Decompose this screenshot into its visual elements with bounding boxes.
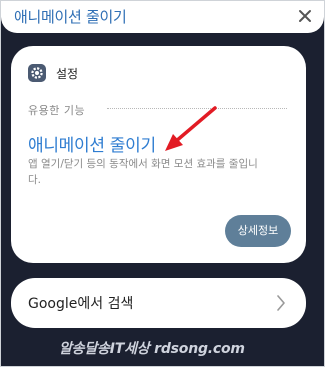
watermark: 알송달송IT세상 rdsong.com <box>59 341 245 357</box>
chevron-right-icon <box>277 295 285 311</box>
result-title-link[interactable]: 애니메이션 줄이기 <box>28 131 156 156</box>
app-name: 설정 <box>56 67 79 81</box>
close-icon[interactable] <box>296 7 314 25</box>
section-label: 유용한 기능 <box>28 104 86 117</box>
gear-icon <box>28 64 46 82</box>
detail-button[interactable]: 상세정보 <box>225 215 291 247</box>
google-search-item[interactable]: Google에서 검색 <box>11 278 306 328</box>
search-bar[interactable]: 애니메이션 줄이기 <box>1 1 324 33</box>
google-search-label: Google에서 검색 <box>28 296 134 312</box>
settings-result-card: 설정 유용한 기능 애니메이션 줄이기 앱 열기/닫기 등의 동작에서 화면 모… <box>11 46 306 263</box>
annotation-arrow-icon <box>165 106 217 151</box>
result-description: 앱 열기/닫기 등의 동작에서 화면 모션 효과를 줄입니다. <box>28 158 258 186</box>
search-query[interactable]: 애니메이션 줄이기 <box>14 6 127 27</box>
screen: 애니메이션 줄이기 설정 유용한 기능 애니메이션 줄이기 앱 열기/닫기 등의… <box>0 0 325 367</box>
